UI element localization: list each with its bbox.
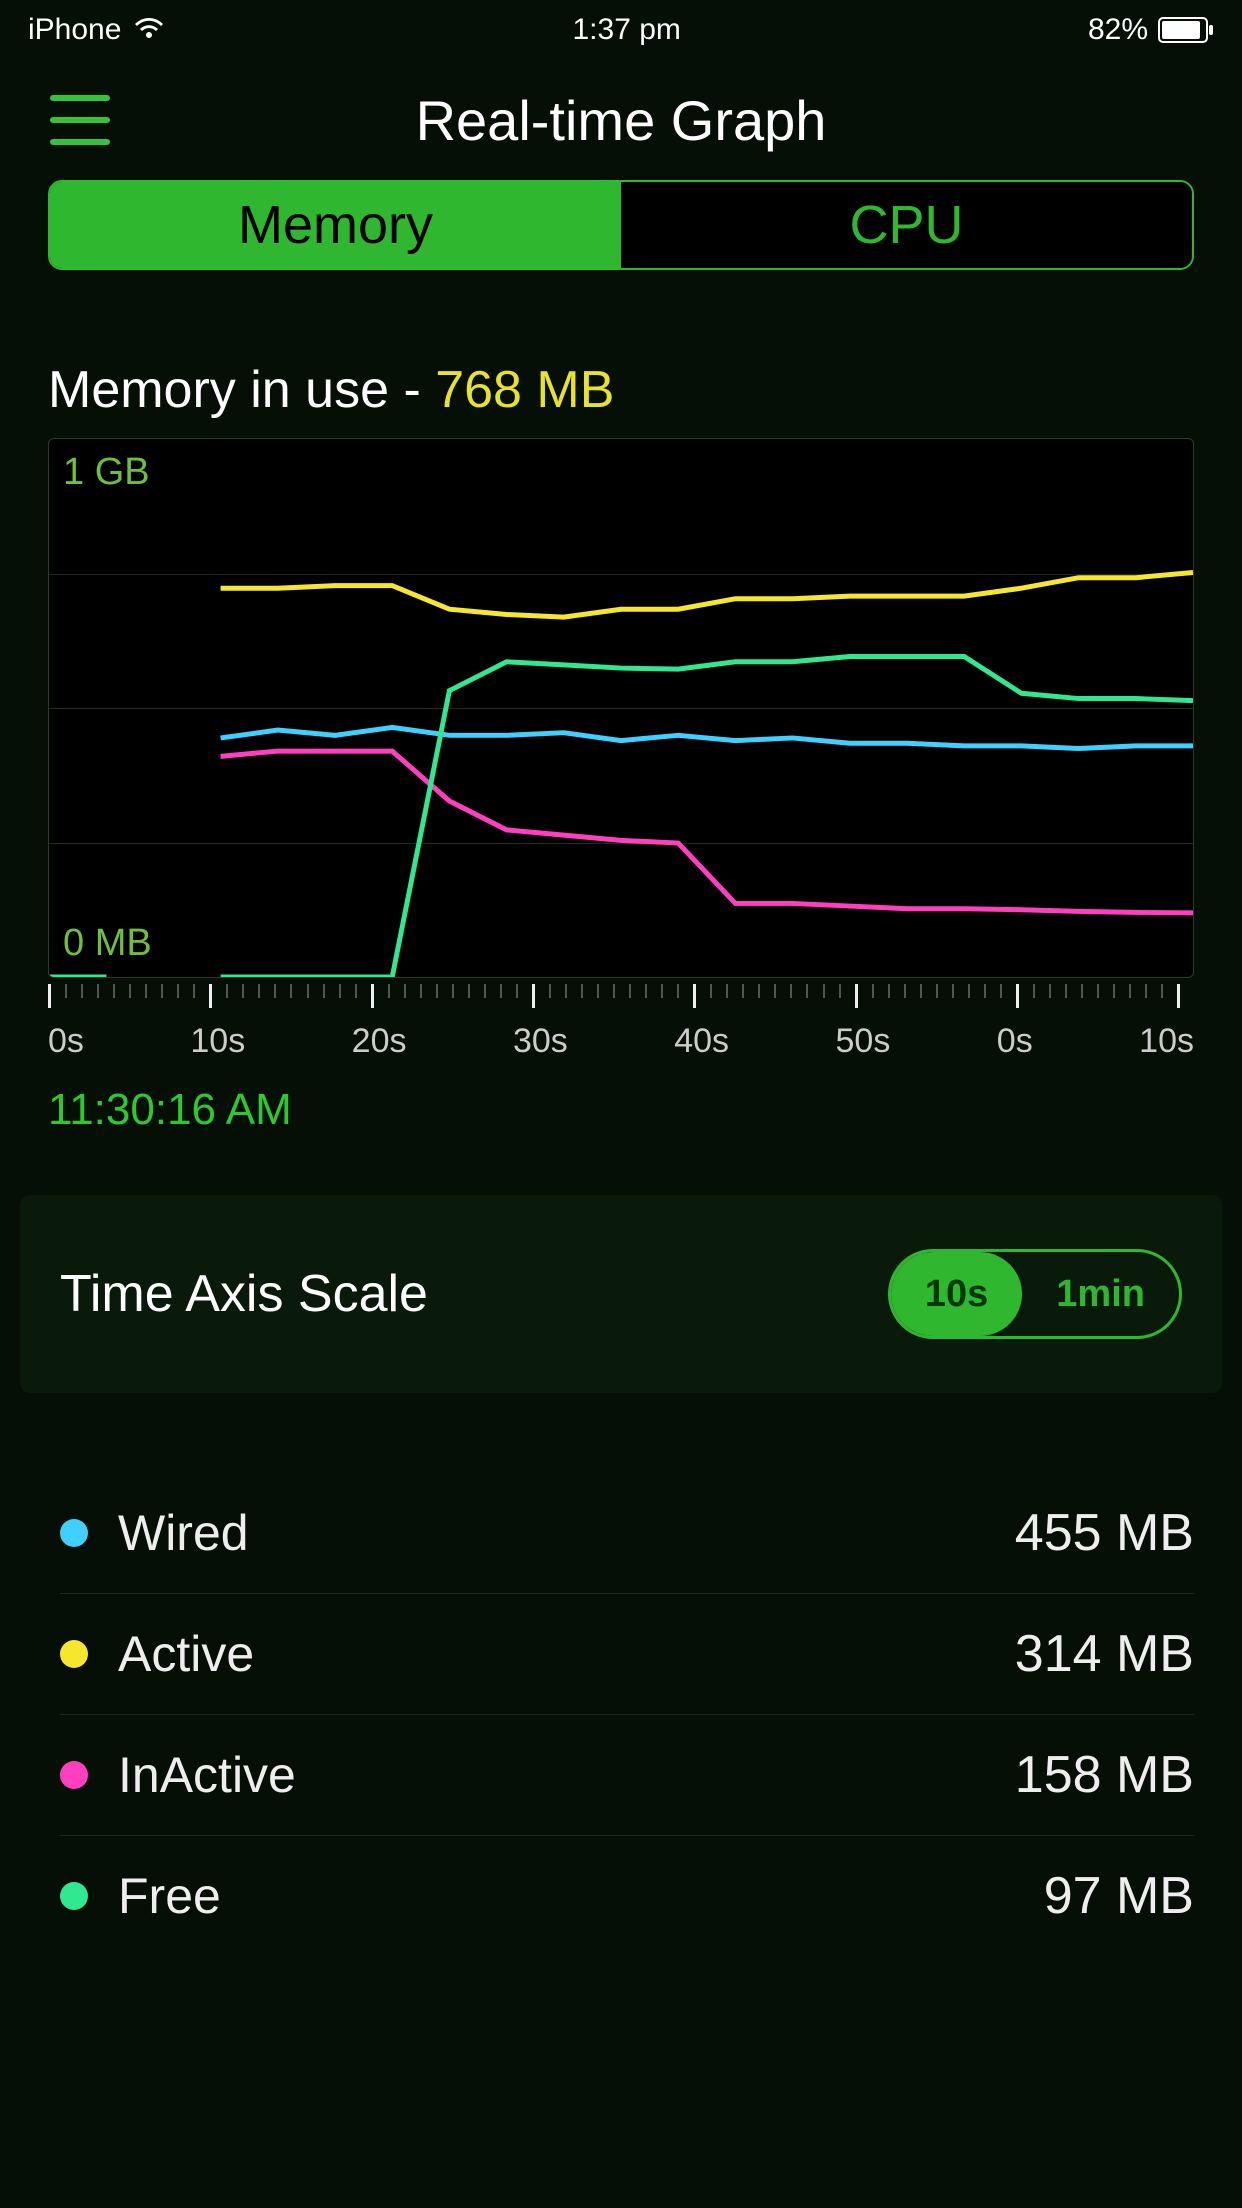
hamburger-icon-bar [50, 117, 110, 123]
legend-value: 97 MB [1044, 1866, 1194, 1926]
app-header: Real-time Graph [0, 60, 1242, 180]
legend-dot [60, 1640, 88, 1668]
legend-row: Wired455 MB [60, 1473, 1194, 1594]
legend-value: 158 MB [1015, 1745, 1194, 1805]
x-axis-labels: 0s 10s 20s 30s 40s 50s 0s 10s [48, 1022, 1194, 1061]
legend-value: 455 MB [1015, 1503, 1194, 1563]
graph-type-segmented: Memory CPU [48, 180, 1194, 270]
time-scale-label: Time Axis Scale [60, 1264, 428, 1324]
memory-in-use-label: Memory in use - [48, 361, 435, 419]
memory-in-use: Memory in use - 768 MB [0, 270, 1242, 438]
battery-percent: 82% [1088, 13, 1148, 47]
x-label: 0s [48, 1022, 84, 1061]
page-title: Real-time Graph [416, 88, 827, 153]
x-label: 30s [513, 1022, 568, 1061]
time-scale-section: Time Axis Scale 10s 1min [20, 1195, 1222, 1393]
hamburger-icon-bar [50, 139, 110, 145]
legend-name: InActive [118, 1746, 1015, 1804]
tab-cpu[interactable]: CPU [621, 182, 1192, 268]
x-label: 10s [1139, 1022, 1194, 1061]
legend-dot [60, 1761, 88, 1789]
legend-name: Free [118, 1867, 1044, 1925]
legend-name: Wired [118, 1504, 1015, 1562]
x-label: 40s [674, 1022, 729, 1061]
wifi-icon [133, 18, 165, 42]
chart-timestamp: 11:30:16 AM [0, 1061, 1242, 1135]
legend-dot [60, 1882, 88, 1910]
chart-lines [49, 439, 1193, 977]
memory-legend: Wired455 MBActive314 MBInActive158 MBFre… [0, 1393, 1242, 1956]
legend-dot [60, 1519, 88, 1547]
time-scale-toggle: 10s 1min [888, 1249, 1182, 1339]
x-label: 50s [836, 1022, 891, 1061]
tab-memory[interactable]: Memory [50, 182, 621, 268]
menu-button[interactable] [50, 95, 110, 145]
legend-name: Active [118, 1625, 1015, 1683]
legend-value: 314 MB [1015, 1624, 1194, 1684]
legend-row: Active314 MB [60, 1594, 1194, 1715]
carrier-label: iPhone [28, 13, 121, 47]
status-bar: iPhone 1:37 pm 82% [0, 0, 1242, 60]
x-label: 10s [190, 1022, 245, 1061]
hamburger-icon-bar [50, 95, 110, 101]
battery-icon [1158, 17, 1214, 43]
x-axis-ticks [48, 984, 1194, 1012]
scale-option-1min[interactable]: 1min [1022, 1252, 1179, 1336]
legend-row: InActive158 MB [60, 1715, 1194, 1836]
x-label: 20s [352, 1022, 407, 1061]
memory-chart: 1 GB 0 MB [48, 438, 1194, 978]
clock: 1:37 pm [572, 13, 680, 47]
x-label: 0s [997, 1022, 1033, 1061]
memory-in-use-value: 768 MB [435, 361, 614, 419]
scale-option-10s[interactable]: 10s [891, 1252, 1022, 1336]
legend-row: Free97 MB [60, 1836, 1194, 1956]
